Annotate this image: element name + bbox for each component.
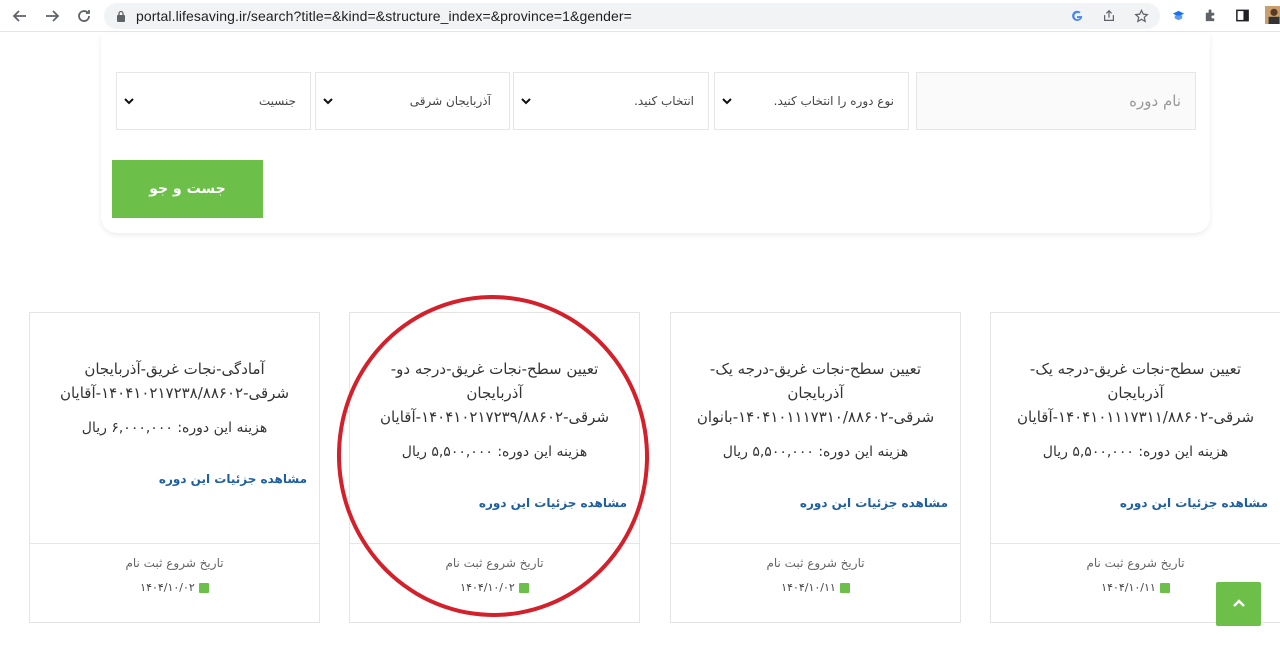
course-cost: هزینه این دوره: ۵,۵۰۰,۰۰۰ ریال: [722, 444, 909, 460]
province-value: آذربایجان شرقی: [409, 94, 491, 108]
search-panel: نام دوره نوع دوره را انتخاب کنید. انتخاب…: [101, 34, 1210, 233]
scroll-to-top-button[interactable]: [1216, 582, 1261, 626]
structure-select[interactable]: انتخاب کنید.: [513, 72, 709, 130]
forward-arrow-icon[interactable]: [39, 3, 65, 29]
date-value: ۱۴۰۴/۱۰/۱۱: [781, 581, 836, 594]
address-bar[interactable]: portal.lifesaving.ir/search?title=&kind=…: [104, 3, 1160, 29]
chevron-down-icon: [323, 98, 333, 105]
course-card: تعیین سطح-نجات غریق-درجه یک-آذربایجان شر…: [670, 312, 961, 623]
course-details-link[interactable]: مشاهده جزئیات این دوره: [479, 496, 627, 510]
registration-start-date: ۱۴۰۴/۱۰/۱۱: [671, 581, 960, 594]
registration-start-date: ۱۴۰۴/۱۰/۰۲: [350, 581, 639, 594]
course-title: تعیین سطح-نجات غریق-درجه یک-آذربایجان شر…: [1016, 360, 1255, 426]
registration-start-label: تاریخ شروع ثبت نام: [125, 556, 224, 570]
star-icon[interactable]: [1132, 7, 1150, 25]
course-details-link[interactable]: مشاهده جزئیات این دوره: [1120, 496, 1268, 510]
date-value: ۱۴۰۴/۱۰/۰۲: [460, 581, 515, 594]
side-panel-icon[interactable]: [1232, 5, 1252, 25]
avatar[interactable]: [1264, 5, 1280, 25]
registration-start-date: ۱۴۰۴/۱۰/۰۲: [30, 581, 319, 594]
date-value: ۱۴۰۴/۱۰/۱۱: [1101, 581, 1156, 594]
course-cost: هزینه این دوره: ۵,۵۰۰,۰۰۰ ریال: [1042, 444, 1229, 460]
card-footer: تاریخ شروع ثبت نام ۱۴۰۴/۱۰/۰۲: [30, 543, 319, 609]
lock-icon: [117, 10, 125, 22]
card-footer: تاریخ شروع ثبت نام ۱۴۰۴/۱۰/۱۱: [671, 543, 960, 609]
course-card: تعیین سطح-نجات غریق-درجه دو-آذربایجان شر…: [349, 312, 640, 623]
course-name-placeholder: نام دوره: [1129, 92, 1181, 110]
chevron-down-icon: [722, 98, 732, 105]
google-icon[interactable]: [1068, 7, 1086, 25]
calendar-icon: [198, 582, 209, 593]
course-title: تعیین سطح-نجات غریق-درجه یک-آذربایجان شر…: [696, 360, 935, 426]
course-title: تعیین سطح-نجات غریق-درجه دو-آذربایجان شر…: [379, 360, 610, 426]
reload-icon[interactable]: [71, 3, 97, 29]
registration-start-label: تاریخ شروع ثبت نام: [1086, 556, 1185, 570]
chevron-down-icon: [124, 98, 134, 105]
date-value: ۱۴۰۴/۱۰/۰۲: [140, 581, 195, 594]
share-icon[interactable]: [1100, 7, 1118, 25]
course-name-input[interactable]: نام دوره: [916, 72, 1196, 130]
structure-value: انتخاب کنید.: [634, 94, 694, 108]
course-card: آمادگی-نجات غریق-آذربایجان شرقی-۱۴۰۴۱۰۲۱…: [29, 312, 320, 623]
back-arrow-icon[interactable]: [7, 3, 33, 29]
course-kind-select[interactable]: نوع دوره را انتخاب کنید.: [714, 72, 909, 130]
card-footer: تاریخ شروع ثبت نام ۱۴۰۴/۱۰/۰۲: [350, 543, 639, 609]
calendar-icon: [839, 582, 850, 593]
course-title: آمادگی-نجات غریق-آذربایجان شرقی-۱۴۰۴۱۰۲۱…: [59, 360, 290, 402]
course-card: تعیین سطح-نجات غریق-درجه یک-آذربایجان شر…: [990, 312, 1280, 623]
url-text: portal.lifesaving.ir/search?title=&kind=…: [136, 8, 632, 24]
course-cost: هزینه این دوره: ۵,۵۰۰,۰۰۰ ریال: [401, 444, 588, 460]
course-details-link[interactable]: مشاهده جزئیات این دوره: [800, 496, 948, 510]
gender-select[interactable]: جنسیت: [116, 72, 311, 130]
course-kind-value: نوع دوره را انتخاب کنید.: [773, 94, 894, 108]
puzzle-icon[interactable]: [1200, 5, 1220, 25]
extension-shield-icon[interactable]: [1168, 5, 1188, 25]
gender-value: جنسیت: [258, 94, 296, 108]
browser-toolbar: portal.lifesaving.ir/search?title=&kind=…: [0, 0, 1280, 32]
registration-start-label: تاریخ شروع ثبت نام: [766, 556, 865, 570]
chevron-up-icon: [1232, 599, 1245, 607]
search-button[interactable]: جست و جو: [112, 160, 263, 218]
course-cost: هزینه این دوره: ۶,۰۰۰,۰۰۰ ریال: [81, 420, 268, 436]
calendar-icon: [1159, 582, 1170, 593]
province-select[interactable]: آذربایجان شرقی: [315, 72, 510, 130]
calendar-icon: [518, 582, 529, 593]
course-details-link[interactable]: مشاهده جزئیات این دوره: [159, 472, 307, 486]
registration-start-label: تاریخ شروع ثبت نام: [445, 556, 544, 570]
chevron-down-icon: [521, 98, 531, 105]
